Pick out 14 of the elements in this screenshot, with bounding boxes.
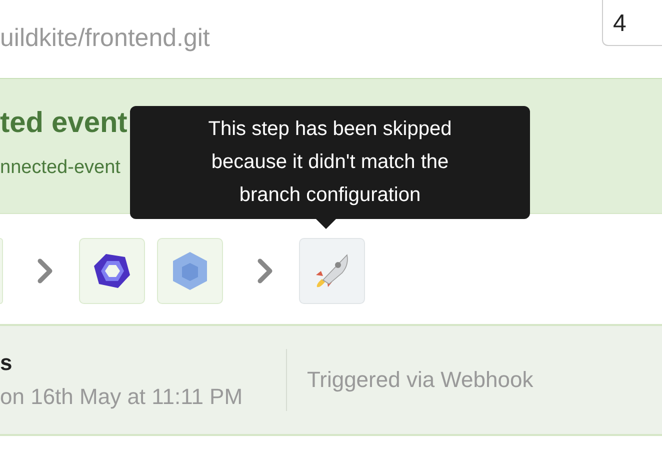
repository-url: uildkite/frontend.git — [0, 24, 210, 53]
chevron-icon — [257, 258, 273, 284]
pipeline-step[interactable] — [79, 238, 145, 304]
branch-name[interactable]: nnected-event — [0, 157, 120, 179]
hexagon-icon — [92, 251, 132, 291]
tooltip-pointer-icon — [316, 219, 336, 229]
cube-icon — [171, 251, 209, 291]
build-title: ted event — [0, 107, 128, 140]
creator-name: s — [0, 350, 14, 376]
chevron-icon — [37, 258, 53, 284]
count-button[interactable]: 4 — [602, 0, 662, 46]
tooltip: This step has been skipped because it didn't match the branch configuration — [130, 106, 530, 219]
created-time: on 16th May at 11:11 PM — [0, 384, 244, 410]
trigger-source: Triggered via Webhook — [307, 367, 534, 393]
